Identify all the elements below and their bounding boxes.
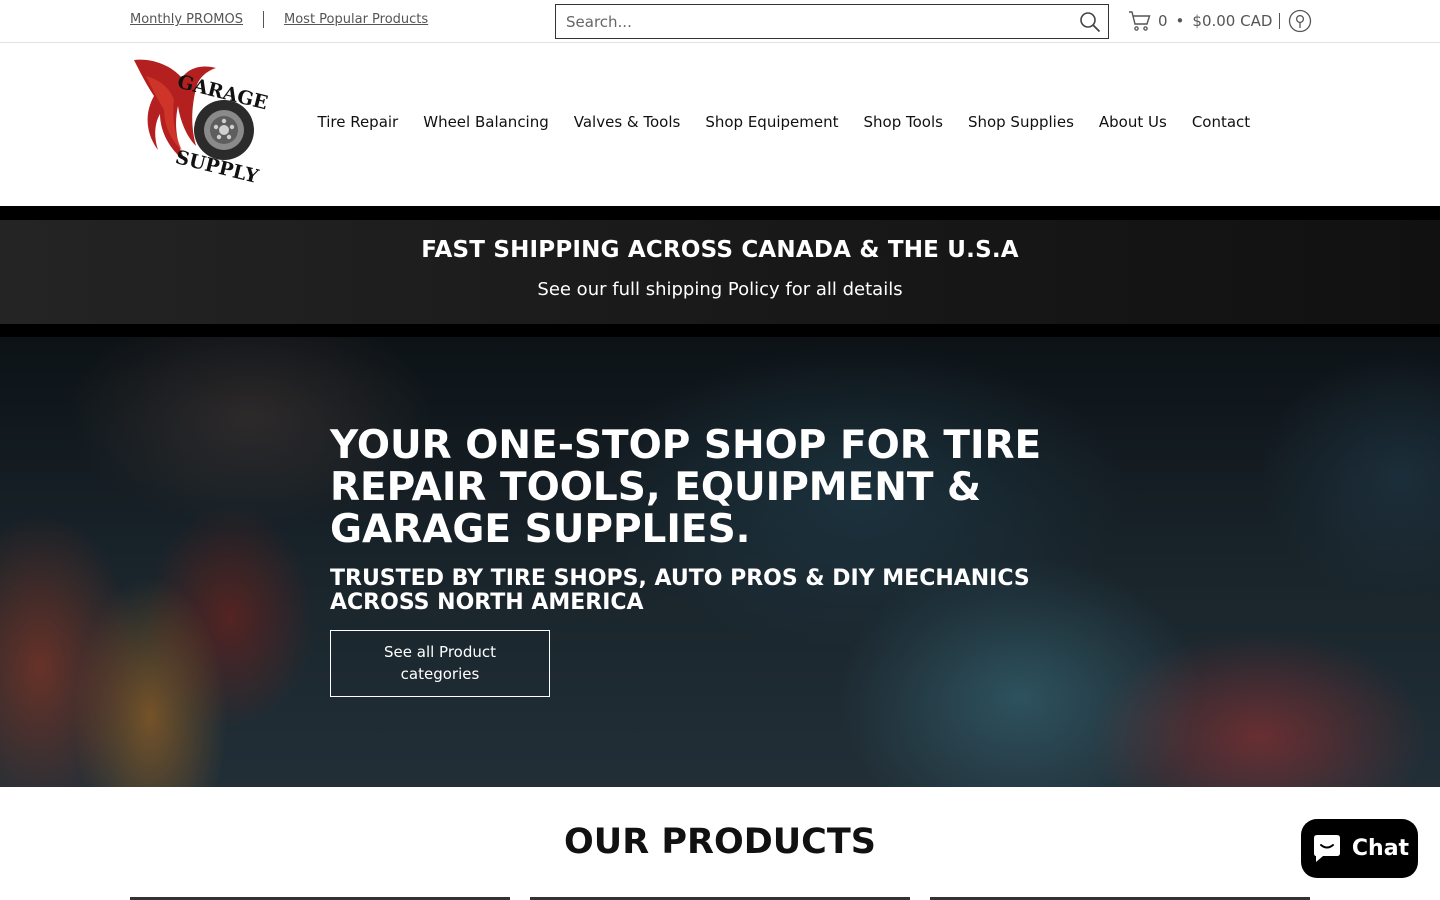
nav-about-us[interactable]: About Us	[1086, 113, 1179, 131]
account-divider	[1279, 13, 1280, 29]
chat-bubble-icon	[1313, 834, 1340, 862]
garage-supply-logo[interactable]: GARAGE SUPPLY	[130, 54, 275, 190]
nav-wheel-balancing[interactable]: Wheel Balancing	[411, 113, 562, 131]
nav-valves-tools[interactable]: Valves & Tools	[561, 113, 693, 131]
main-navigation: Tire Repair Wheel Balancing Valves & Too…	[305, 113, 1263, 131]
chat-button[interactable]: Chat	[1301, 819, 1418, 878]
chat-label: Chat	[1351, 836, 1410, 861]
search-icon[interactable]	[1078, 10, 1102, 34]
shipping-banner: FAST SHIPPING ACROSS CANADA & THE U.S.A …	[0, 206, 1440, 337]
site-header: GARAGE SUPPLY Tire Repair Wheel Balancin…	[0, 44, 1440, 206]
cart-total: $0.00 CAD	[1192, 12, 1273, 30]
account-icon[interactable]	[1288, 9, 1312, 33]
utility-link-divider	[263, 11, 264, 28]
shipping-banner-title: FAST SHIPPING ACROSS CANADA & THE U.S.A	[421, 237, 1019, 263]
search-input[interactable]	[556, 5, 1056, 38]
our-products-heading: OUR PRODUCTS	[564, 822, 876, 862]
nav-contact[interactable]: Contact	[1179, 113, 1262, 131]
shipping-banner-inner[interactable]: FAST SHIPPING ACROSS CANADA & THE U.S.A …	[0, 220, 1440, 324]
cart-icon	[1129, 11, 1151, 31]
search-form	[555, 4, 1109, 39]
hero-title: YOUR ONE-STOP SHOP FOR TIRE REPAIR TOOLS…	[330, 423, 1042, 552]
hero-background-overlay	[0, 337, 1440, 787]
cart-separator-dot: •	[1175, 12, 1185, 30]
see-all-categories-button[interactable]: See all Product categories	[330, 630, 550, 697]
utility-links: Monthly PROMOS Most Popular Products	[130, 11, 428, 28]
nav-tire-repair[interactable]: Tire Repair	[305, 113, 411, 131]
cart-count: 0	[1158, 12, 1168, 30]
hero-banner: YOUR ONE-STOP SHOP FOR TIRE REPAIR TOOLS…	[0, 337, 1440, 787]
most-popular-products-link[interactable]: Most Popular Products	[284, 12, 428, 27]
hero-subtitle: TRUSTED BY TIRE SHOPS, AUTO PROS & DIY M…	[330, 566, 1030, 615]
monthly-promos-link[interactable]: Monthly PROMOS	[130, 12, 243, 27]
cart-link[interactable]: 0 • $0.00 CAD	[1128, 8, 1272, 34]
nav-shop-equipement[interactable]: Shop Equipement	[693, 113, 851, 131]
nav-shop-supplies[interactable]: Shop Supplies	[955, 113, 1086, 131]
shipping-banner-subtitle: See our full shipping Policy for all det…	[537, 279, 903, 300]
utility-bar: Monthly PROMOS Most Popular Products 0 •…	[0, 0, 1440, 43]
nav-shop-tools[interactable]: Shop Tools	[851, 113, 955, 131]
